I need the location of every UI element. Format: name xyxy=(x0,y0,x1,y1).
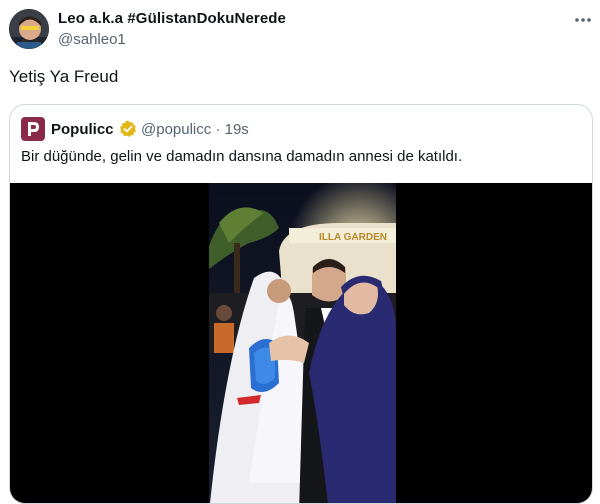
more-options-button[interactable] xyxy=(572,10,594,30)
author-handle[interactable]: @sahleo1 xyxy=(58,31,126,48)
wedding-video-still: ILLA GARDEN xyxy=(209,183,396,503)
populicc-logo-icon xyxy=(28,122,39,136)
more-horizontal-icon xyxy=(575,18,591,22)
quote-avatar[interactable] xyxy=(21,117,45,141)
meta-separator: · xyxy=(215,121,221,138)
quote-author-handle[interactable]: @populicc xyxy=(141,121,211,138)
quote-author-name[interactable]: Populicc xyxy=(51,121,114,138)
quoted-tweet[interactable]: Populicc @populicc · 19s Bir düğünde, ge… xyxy=(9,104,593,504)
tweet-text: Yetiş Ya Freud xyxy=(9,67,119,86)
quote-time[interactable]: 19s xyxy=(225,121,249,138)
verified-badge-icon xyxy=(120,120,136,137)
avatar-image xyxy=(9,9,49,49)
venue-sign: ILLA GARDEN xyxy=(319,232,387,243)
author-avatar[interactable] xyxy=(9,9,49,49)
video-player[interactable]: ILLA GARDEN xyxy=(10,183,592,503)
tweet: Leo a.k.a #GülistanDokuNerede @sahleo1 Y… xyxy=(0,0,600,504)
video-frame[interactable]: ILLA GARDEN xyxy=(209,183,396,503)
quote-text: Bir düğünde, gelin ve damadın dansına da… xyxy=(21,148,463,165)
quote-meta: @populicc · 19s xyxy=(141,121,249,138)
author-name[interactable]: Leo a.k.a #GülistanDokuNerede xyxy=(58,10,286,27)
